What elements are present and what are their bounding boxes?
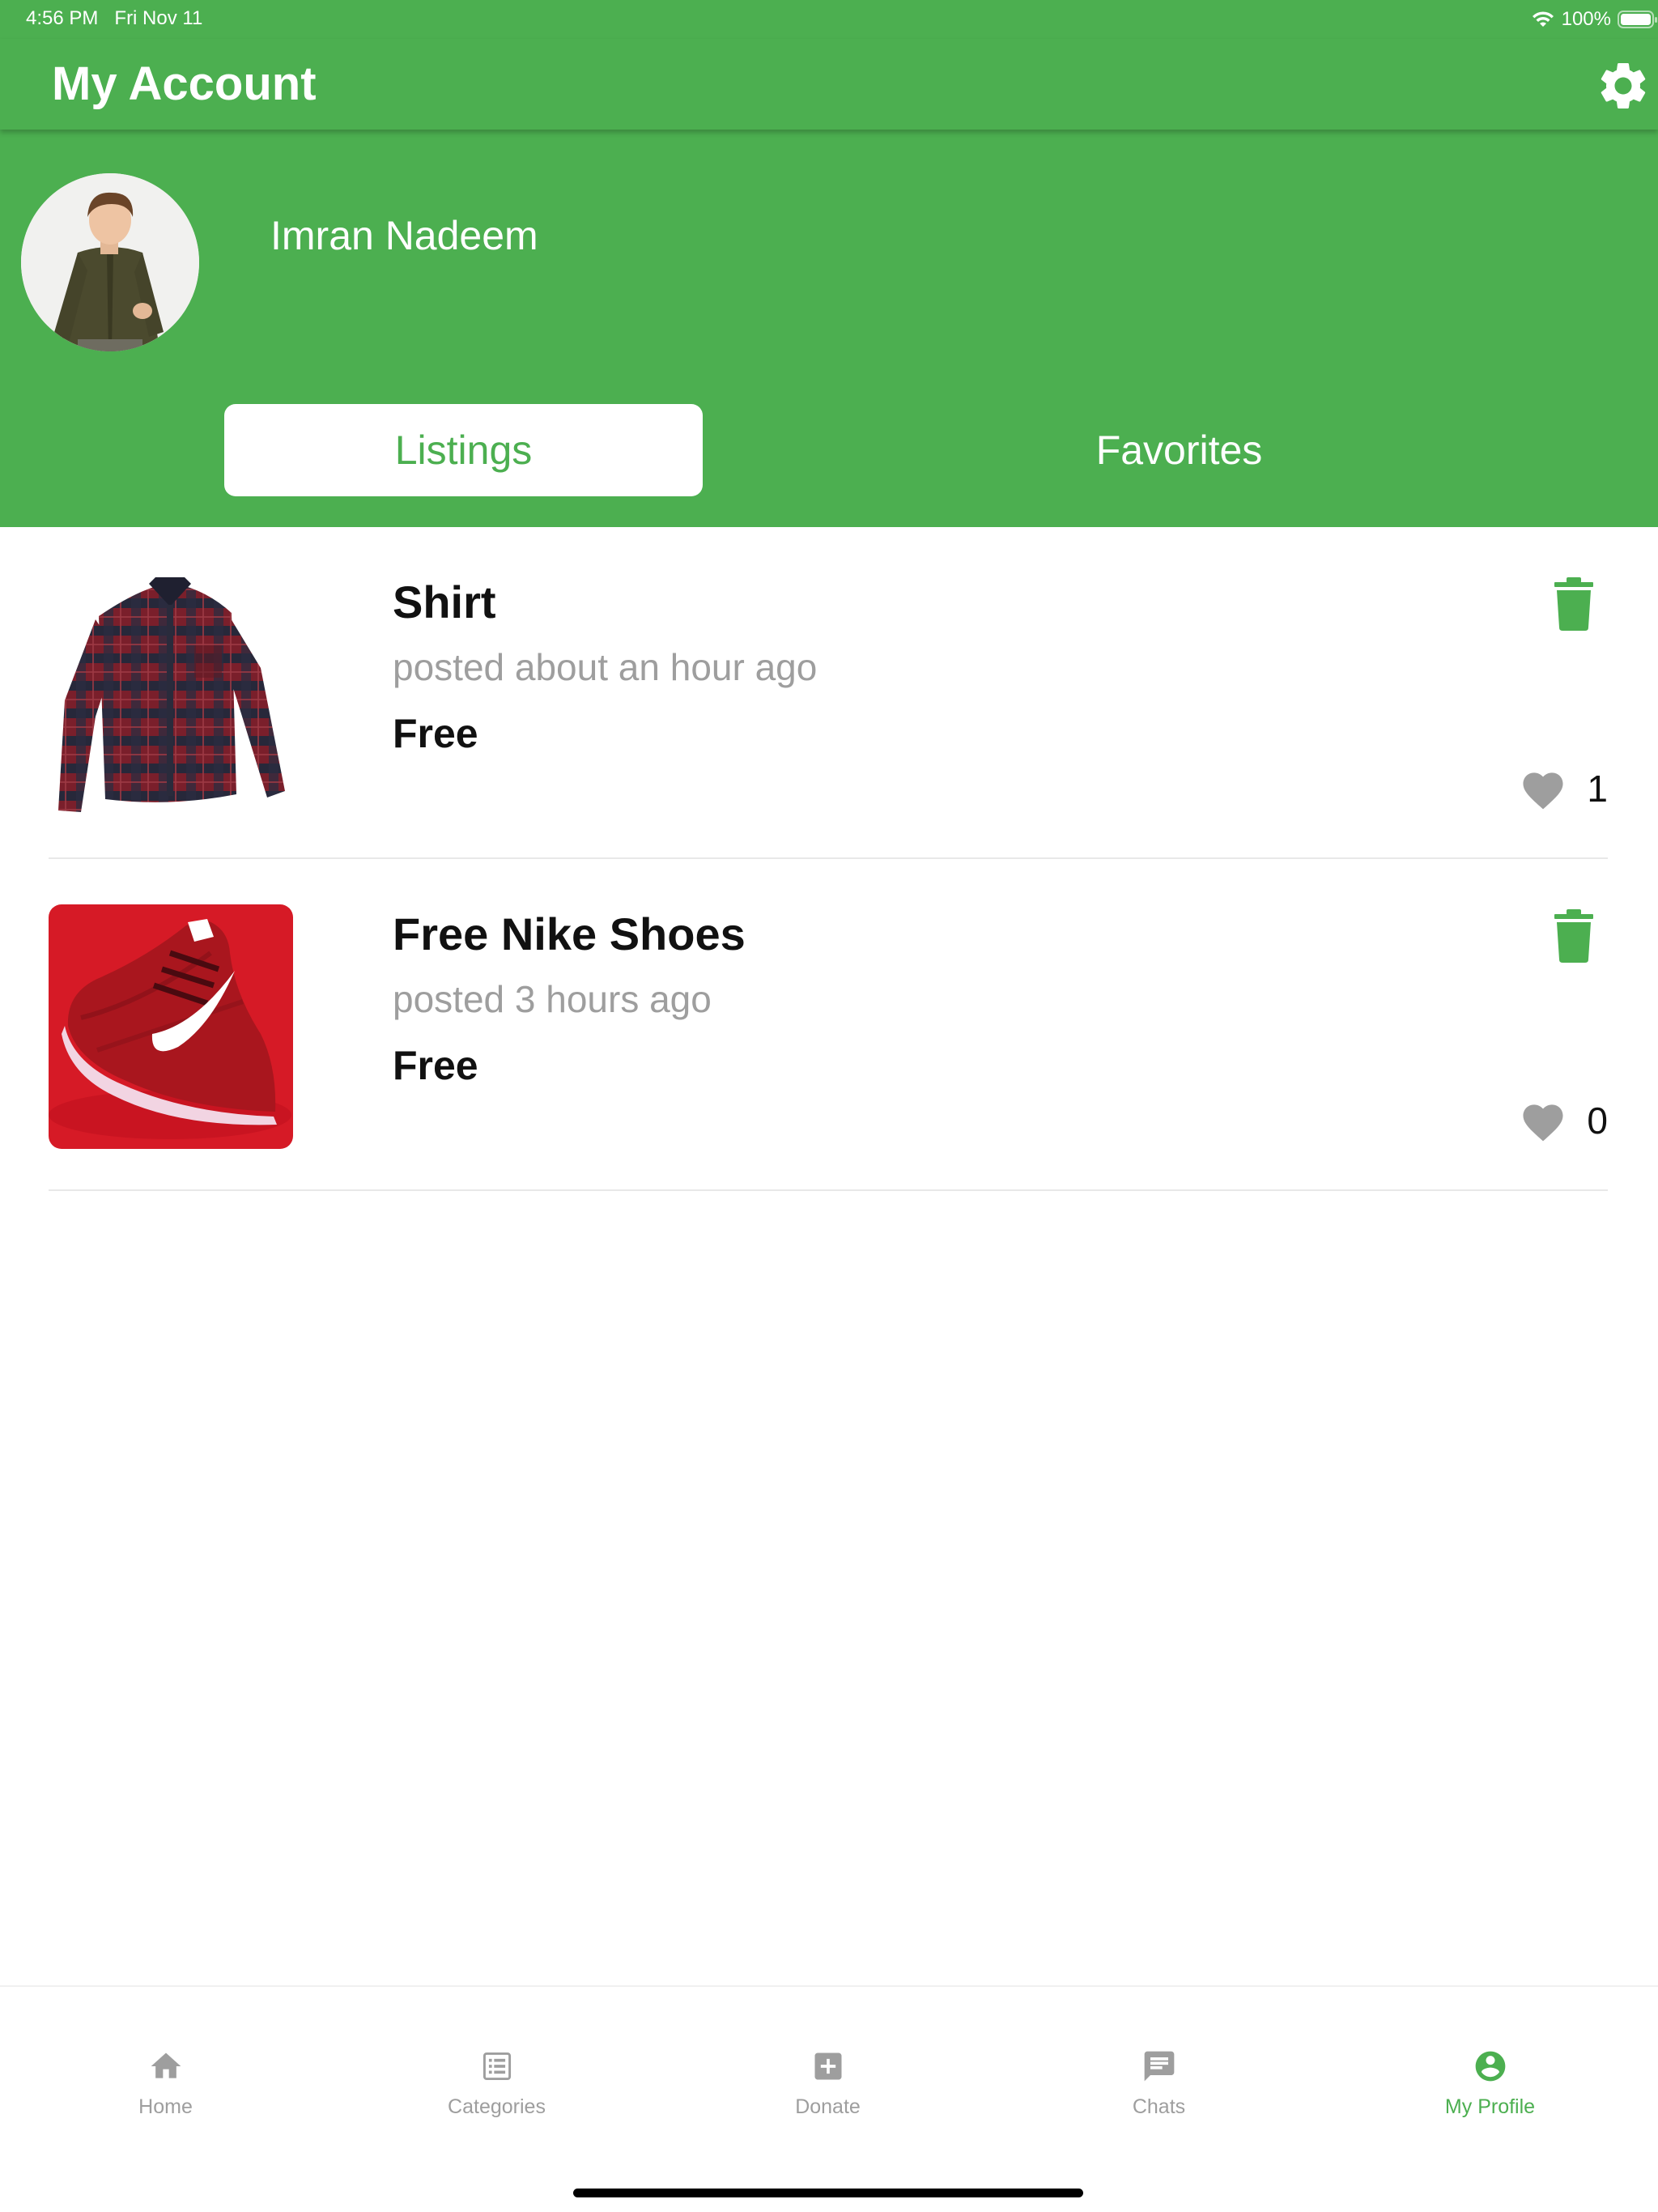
donate-plus-icon [814, 2052, 841, 2080]
nav-home[interactable]: Home [0, 1987, 331, 2149]
status-bar: 4:56 PM Fri Nov 11 100% [0, 0, 1658, 39]
red-sneaker-image [49, 904, 293, 1149]
listing-title: Free Nike Shoes [393, 908, 746, 959]
tab-listings[interactable]: Listings [224, 404, 703, 496]
wifi-icon [1532, 11, 1554, 27]
listing-posted-time: posted 3 hours ago [393, 978, 712, 1020]
status-date: Fri Nov 11 [114, 7, 203, 29]
nav-label: Home [138, 2095, 193, 2118]
listing-thumbnail[interactable] [49, 571, 293, 815]
like-counter: 0 [1519, 1096, 1608, 1145]
listing-title: Shirt [393, 576, 496, 627]
listing-item[interactable]: Free Nike Shoes posted 3 hours ago Free … [49, 859, 1608, 1191]
like-count: 1 [1587, 768, 1608, 810]
status-time: 4:56 PM Fri Nov 11 [26, 7, 202, 30]
like-counter: 1 [1519, 764, 1608, 813]
listing-price: Free [393, 1043, 478, 1088]
home-indicator[interactable] [573, 2189, 1083, 2197]
nav-label: Chats [1132, 2095, 1186, 2118]
heart-icon[interactable] [1519, 767, 1567, 810]
nav-my-profile[interactable]: My Profile [1324, 1987, 1656, 2149]
nav-donate[interactable]: Donate [662, 1987, 993, 2149]
status-indicators: 100% [1531, 5, 1658, 34]
nav-label: Categories [448, 2095, 546, 2118]
bottom-tab-bar: Home Categories Donate Chats My Profile [0, 1985, 1658, 2212]
app-bar: My Account [0, 39, 1658, 130]
nav-chats[interactable]: Chats [993, 1987, 1324, 2149]
trash-icon[interactable] [1554, 577, 1593, 631]
profile-icon [1475, 2051, 1505, 2082]
listing-posted-time: posted about an hour ago [393, 646, 818, 688]
gear-icon[interactable] [1595, 57, 1652, 114]
listing-thumbnail[interactable] [49, 904, 293, 1149]
chat-icon [1144, 2051, 1174, 2082]
battery-percent: 100% [1561, 8, 1611, 30]
nav-categories[interactable]: Categories [331, 1987, 662, 2149]
like-count: 0 [1587, 1100, 1608, 1142]
listing-price: Free [393, 711, 478, 756]
categories-icon [483, 2052, 511, 2081]
user-name: Imran Nadeem [270, 213, 538, 258]
avatar[interactable] [21, 173, 199, 351]
nav-label: Donate [795, 2095, 861, 2118]
avatar-photo [21, 173, 199, 351]
profile-header: 4:56 PM Fri Nov 11 100% My Account Imran… [0, 0, 1658, 527]
status-clock: 4:56 PM [26, 7, 99, 29]
trash-icon[interactable] [1554, 909, 1593, 963]
my-account-screen: 4:56 PM Fri Nov 11 100% My Account Imran… [0, 0, 1658, 2212]
nav-label: My Profile [1444, 2095, 1536, 2118]
page-title: My Account [52, 57, 317, 110]
tab-favorites[interactable]: Favorites [940, 404, 1418, 496]
battery-icon [1618, 11, 1657, 28]
home-icon [151, 2052, 181, 2078]
listing-item[interactable]: Shirt posted about an hour ago Free 1 [49, 527, 1608, 859]
heart-icon[interactable] [1519, 1099, 1567, 1142]
plaid-shirt-image [49, 571, 293, 815]
